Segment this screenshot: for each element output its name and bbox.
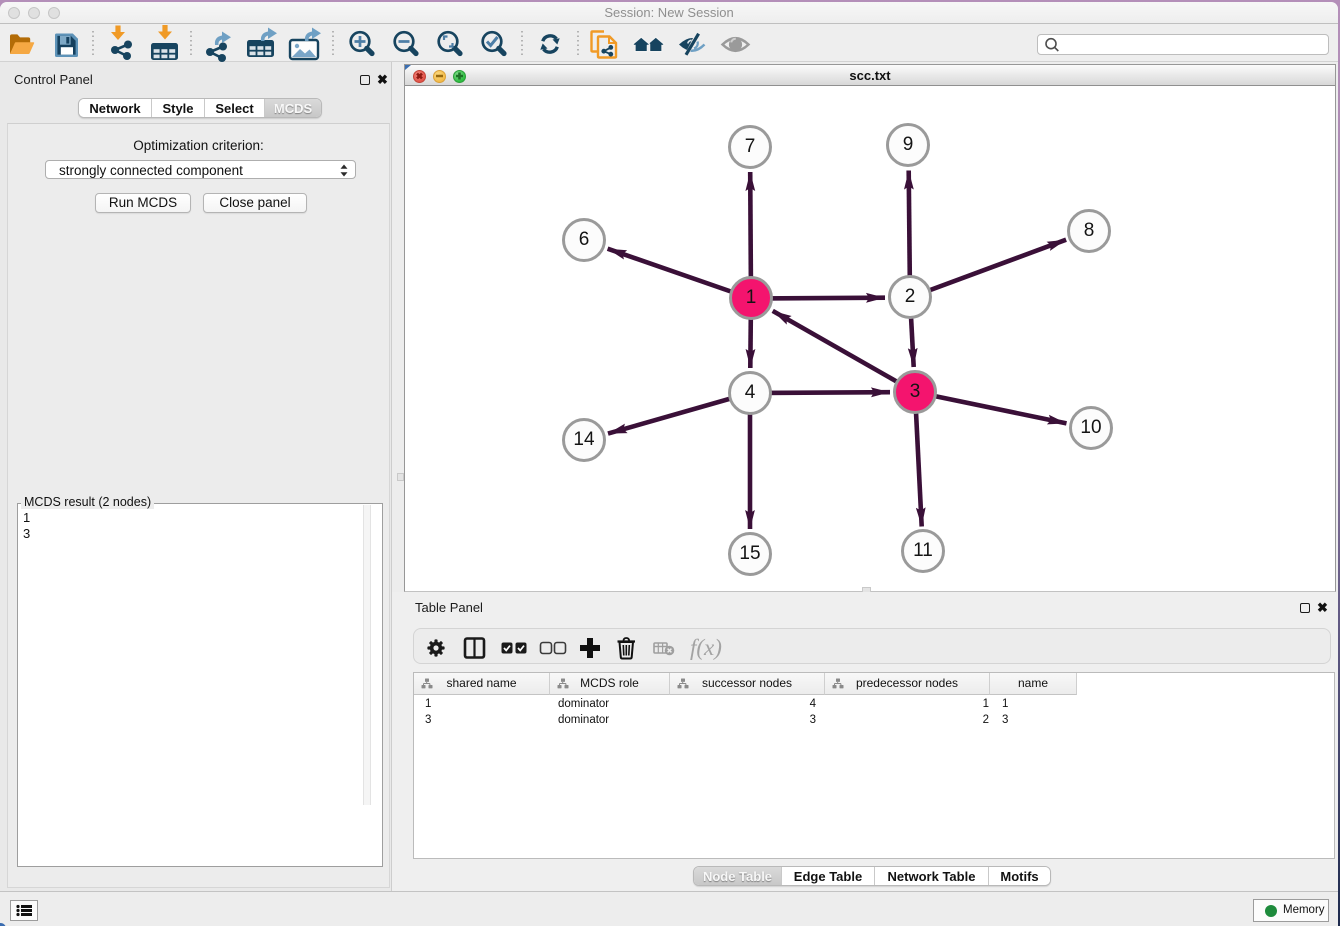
svg-text:f(x): f(x) [690, 635, 722, 660]
